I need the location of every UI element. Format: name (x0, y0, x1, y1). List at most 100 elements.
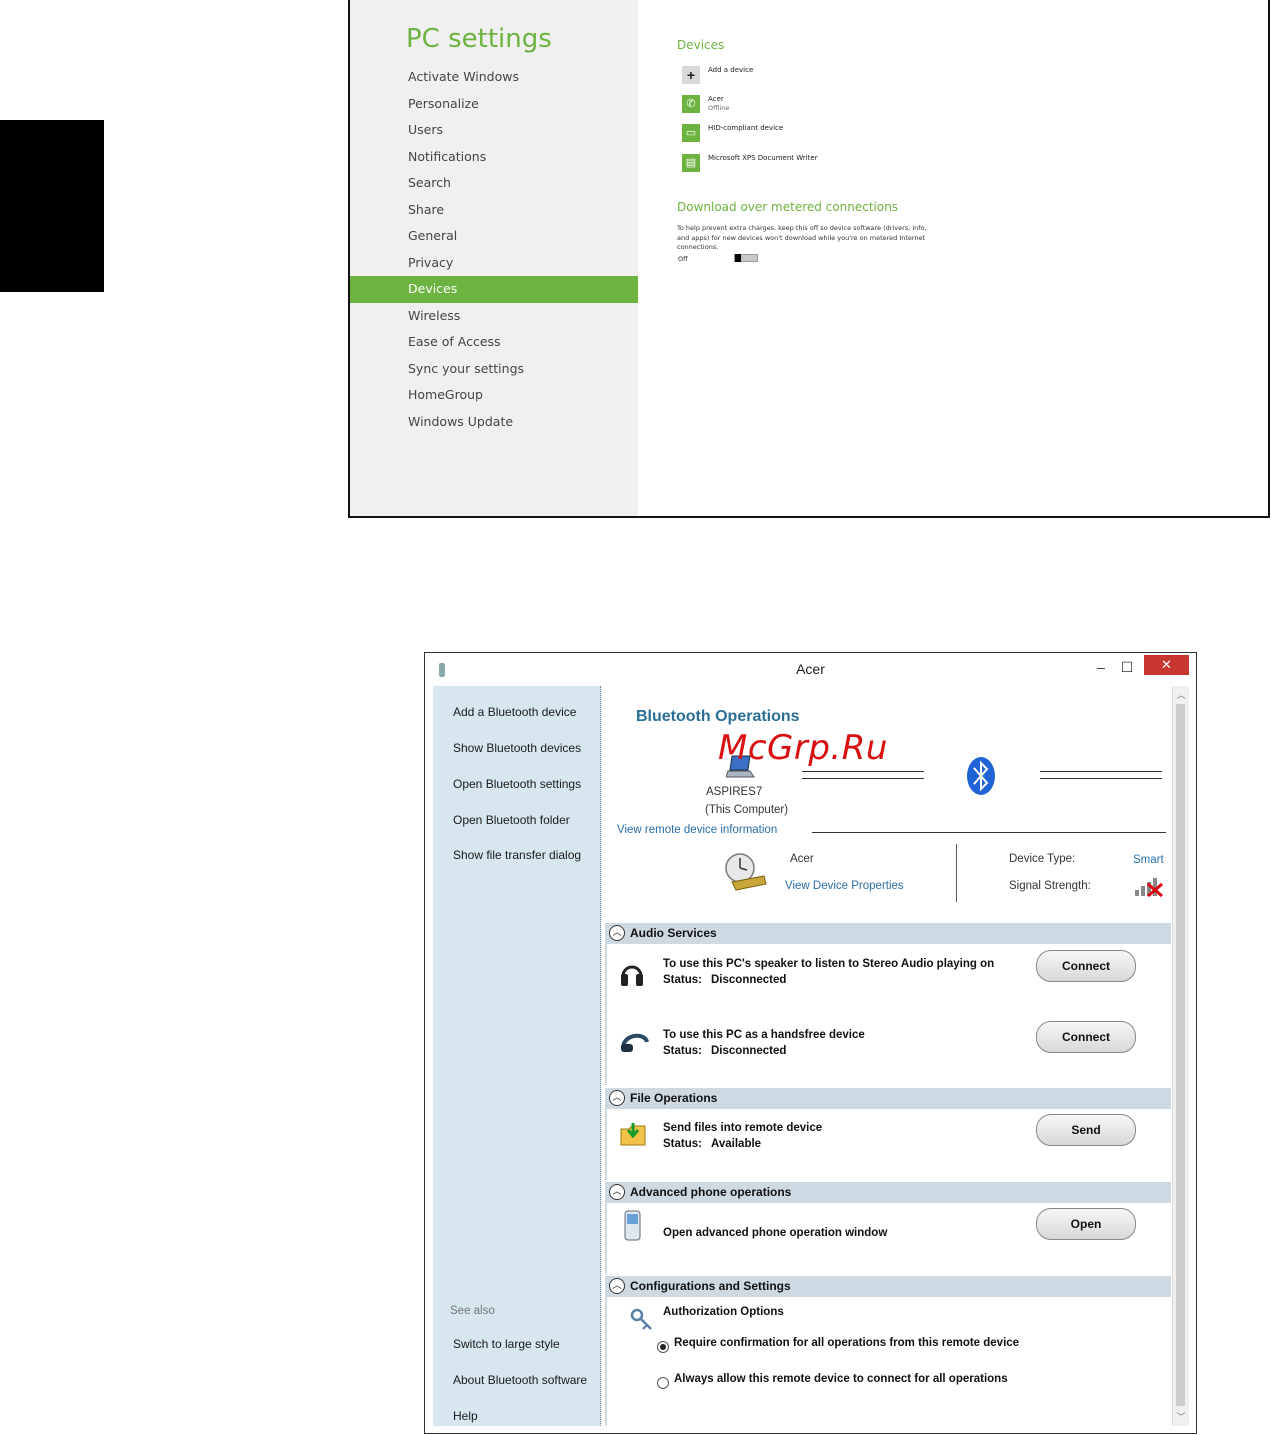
config-settings-header[interactable]: ︿ Configurations and Settings (605, 1276, 1171, 1297)
nav-item-privacy[interactable]: Privacy (350, 250, 638, 277)
about-bluetooth-link[interactable]: About Bluetooth software (453, 1373, 587, 1387)
nav-item-ease-of-access[interactable]: Ease of Access (350, 329, 638, 356)
handsfree-row-text: To use this PC as a handsfree device (663, 1029, 865, 1041)
switch-large-style-link[interactable]: Switch to large style (453, 1337, 560, 1351)
audio-status-value: Disconnected (711, 974, 787, 986)
nav-item-windows-update[interactable]: Windows Update (350, 409, 638, 436)
collapse-chevron-icon[interactable]: ︿ (609, 1184, 625, 1200)
pc-settings-nav: Activate Windows Personalize Users Notif… (350, 64, 638, 435)
section-title: Advanced phone operations (630, 1185, 792, 1199)
device-name: Acer (708, 95, 724, 103)
mobile-phone-icon (624, 1210, 641, 1241)
toggle-knob (735, 254, 741, 262)
audio-services-header[interactable]: ︿ Audio Services (605, 923, 1171, 944)
always-allow-radio[interactable] (657, 1377, 669, 1389)
keys-icon (630, 1308, 652, 1330)
file-status-label: Status: (663, 1138, 702, 1150)
nav-item-devices[interactable]: Devices (350, 276, 638, 303)
view-device-properties-link[interactable]: View Device Properties (785, 880, 904, 892)
device-type-value: Smart (1133, 854, 1164, 866)
metered-toggle[interactable] (734, 254, 758, 262)
window-title: Acer (796, 661, 825, 677)
hid-device-icon: ▭ (682, 124, 700, 142)
connect-handsfree-button[interactable]: Connect (1036, 1021, 1136, 1053)
bluetooth-window: Acer – ☐ ✕ Add a Bluetooth device Show B… (424, 652, 1197, 1434)
nav-item-notifications[interactable]: Notifications (350, 144, 638, 171)
section-title: File Operations (630, 1091, 718, 1105)
nav-item-sync-settings[interactable]: Sync your settings (350, 356, 638, 383)
authorization-options-label: Authorization Options (663, 1306, 784, 1318)
nav-item-homegroup[interactable]: HomeGroup (350, 382, 638, 409)
connect-stereo-button[interactable]: Connect (1036, 950, 1136, 982)
file-operations-body: Send files into remote device Status: Av… (605, 1109, 1171, 1180)
computer-name: ASPIRES7 (706, 786, 763, 798)
task-sidebar: Add a Bluetooth device Show Bluetooth de… (433, 686, 601, 1426)
audio-status-label: Status: (663, 974, 702, 986)
always-allow-label[interactable]: Always allow this remote device to conne… (674, 1373, 1008, 1385)
scrollbar-thumb[interactable] (1176, 704, 1185, 1406)
pc-settings-content: Devices + Add a device ✆ Acer Offline ▭ … (676, 0, 1268, 516)
black-edge-tab (0, 120, 104, 292)
metered-toggle-label: Off (678, 255, 688, 263)
send-button[interactable]: Send (1036, 1114, 1136, 1146)
open-bluetooth-folder-link[interactable]: Open Bluetooth folder (453, 813, 570, 827)
operations-heading: Bluetooth Operations (636, 708, 800, 725)
device-status: Offline (708, 104, 730, 112)
info-separator (956, 844, 957, 902)
show-file-transfer-link[interactable]: Show file transfer dialog (453, 848, 581, 862)
handsfree-status-value: Disconnected (711, 1045, 787, 1057)
maximize-button[interactable]: ☐ (1117, 656, 1137, 678)
phone-icon: ✆ (682, 95, 700, 113)
signal-strength-icon (1135, 878, 1163, 898)
close-button[interactable]: ✕ (1144, 655, 1189, 675)
devices-heading: Devices (677, 38, 725, 52)
advanced-phone-header[interactable]: ︿ Advanced phone operations (605, 1182, 1171, 1203)
pc-settings-sidebar: PC settings Activate Windows Personalize… (350, 0, 638, 516)
add-bluetooth-device-link[interactable]: Add a Bluetooth device (453, 705, 576, 719)
file-row-text: Send files into remote device (663, 1122, 823, 1134)
metered-description: To help prevent extra charges, keep this… (677, 224, 927, 251)
collapse-chevron-icon[interactable]: ︿ (609, 1278, 625, 1294)
open-button[interactable]: Open (1036, 1208, 1136, 1240)
nav-item-wireless[interactable]: Wireless (350, 303, 638, 330)
handsfree-status-label: Status: (663, 1045, 702, 1057)
scroll-down-arrow-icon[interactable]: ﹀ (1173, 1410, 1189, 1423)
collapse-chevron-icon[interactable]: ︿ (609, 925, 625, 941)
nav-item-personalize[interactable]: Personalize (350, 91, 638, 118)
view-remote-info-link[interactable]: View remote device information (617, 824, 777, 836)
plus-icon: + (682, 66, 700, 84)
connection-line (1040, 778, 1162, 779)
device-name: Microsoft XPS Document Writer (708, 154, 818, 162)
device-type-label: Device Type: (1009, 853, 1076, 865)
connection-line (802, 771, 924, 772)
nav-item-general[interactable]: General (350, 223, 638, 250)
device-name: Add a device (708, 66, 754, 74)
metered-heading: Download over metered connections (677, 200, 899, 214)
help-link[interactable]: Help (453, 1409, 478, 1423)
vertical-scrollbar[interactable]: ︿ ﹀ (1172, 686, 1189, 1426)
minimize-button[interactable]: – (1091, 656, 1111, 678)
see-also-label: See also (450, 1305, 495, 1317)
nav-item-users[interactable]: Users (350, 117, 638, 144)
collapse-chevron-icon[interactable]: ︿ (609, 1090, 625, 1106)
title-bar[interactable]: Acer – ☐ ✕ (425, 653, 1196, 685)
config-settings-body: Authorization Options Require confirmati… (605, 1297, 1171, 1426)
pc-settings-title: PC settings (406, 24, 552, 54)
require-confirmation-label[interactable]: Require confirmation for all operations … (674, 1337, 1019, 1349)
file-operations-header[interactable]: ︿ File Operations (605, 1088, 1171, 1109)
file-status-value: Available (711, 1138, 762, 1150)
nav-item-share[interactable]: Share (350, 197, 638, 224)
headphones-icon (621, 965, 643, 986)
require-confirmation-radio[interactable] (657, 1341, 669, 1353)
bluetooth-icon (967, 757, 995, 795)
watermark: McGrp.Ru (718, 728, 888, 768)
headset-icon (621, 1033, 649, 1052)
printer-icon: ▤ (682, 154, 700, 172)
nav-item-activate-windows[interactable]: Activate Windows (350, 64, 638, 91)
show-bluetooth-devices-link[interactable]: Show Bluetooth devices (453, 741, 581, 755)
device-name: Acer (790, 853, 814, 865)
scroll-up-arrow-icon[interactable]: ︿ (1173, 688, 1189, 701)
nav-item-search[interactable]: Search (350, 170, 638, 197)
open-bluetooth-settings-link[interactable]: Open Bluetooth settings (453, 777, 581, 791)
section-title: Configurations and Settings (630, 1279, 791, 1293)
